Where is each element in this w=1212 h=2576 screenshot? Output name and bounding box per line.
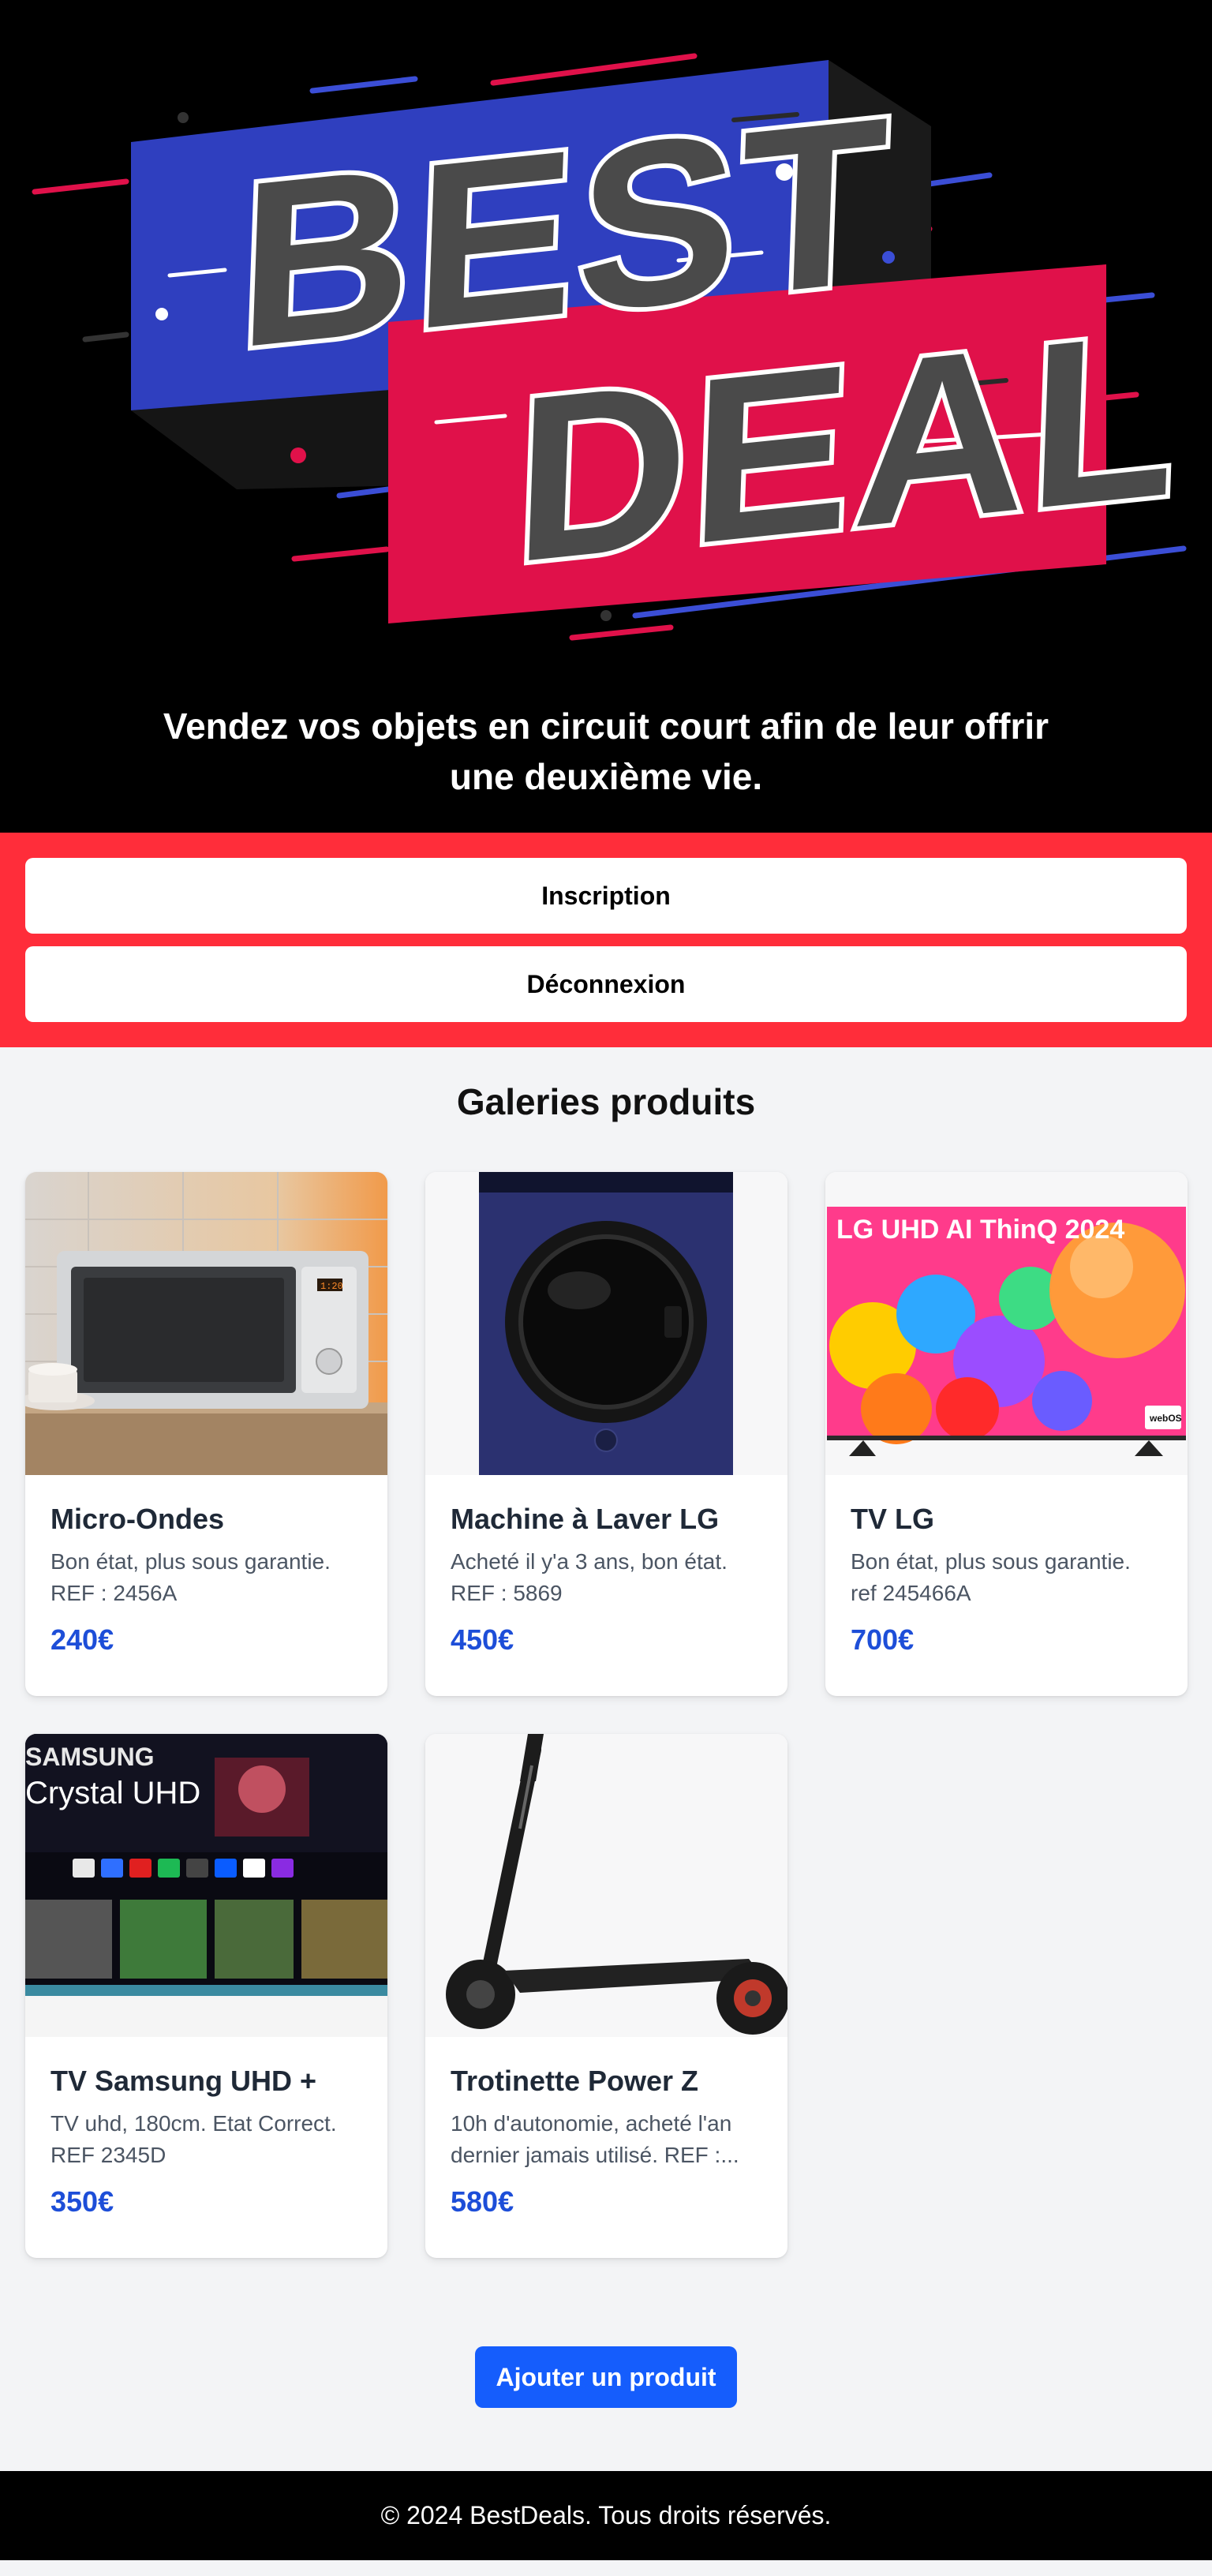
product-card[interactable]: SAMSUNG Crystal UHD TV Samsung UHD + TV … [25, 1734, 387, 2258]
product-price: 350€ [50, 2185, 114, 2218]
logout-button[interactable]: Déconnexion [25, 946, 1187, 1022]
hero-subtitle: Vendez vos objets en circuit court afin … [0, 701, 1212, 802]
product-title: Machine à Laver LG [451, 1503, 720, 1535]
product-image-lg-tv: LG UHD AI ThinQ 2024 webOS [825, 1172, 1188, 1475]
product-card[interactable]: Machine à Laver LG Acheté il y'a 3 ans, … [425, 1172, 787, 1696]
gallery-title: Galeries produits [456, 1081, 756, 1122]
add-product-wrap: Ajouter un produit [25, 2258, 1187, 2471]
product-gallery: Galeries produits 1:20 Micro-Ondes Bon é… [0, 1047, 1212, 2471]
footer-copyright: © 2024 BestDeals. Tous droits réservés. [380, 2501, 832, 2529]
auth-band: Inscription Déconnexion [0, 833, 1212, 1047]
svg-text:1:20: 1:20 [320, 1281, 343, 1292]
lg-tv-screen-text: LG UHD AI ThinQ 2024 [836, 1215, 1124, 1245]
product-description: 10h d'autonomie, acheté l'an dernier jam… [451, 2111, 739, 2167]
product-title: Trotinette Power Z [451, 2065, 699, 2097]
product-image-washing-machine [425, 1172, 787, 1475]
product-price: 700€ [851, 1623, 915, 1656]
hero: BEST DEAL Vendez vos objets en circuit c… [0, 0, 1212, 833]
product-image-scooter [425, 1734, 787, 2037]
product-title: Micro-Ondes [50, 1503, 225, 1535]
add-product-button[interactable]: Ajouter un produit [475, 2346, 737, 2408]
crystal-uhd-text: Crystal UHD [25, 1776, 200, 1810]
product-card[interactable]: LG UHD AI ThinQ 2024 webOS TV LG Bon éta… [825, 1172, 1188, 1696]
signup-button[interactable]: Inscription [25, 858, 1187, 934]
product-description: TV uhd, 180cm. Etat Correct. REF 2345D [50, 2111, 337, 2167]
footer: © 2024 BestDeals. Tous droits réservés. [0, 2471, 1212, 2560]
product-title: TV LG [851, 1503, 934, 1535]
hero-subtitle-line2: une deuxième vie. [449, 756, 763, 797]
product-price: 580€ [451, 2185, 514, 2218]
samsung-brand-text: SAMSUNG [25, 1743, 155, 1771]
product-description: Bon état, plus sous garantie. REF : 2456… [50, 1549, 331, 1605]
product-description: Bon état, plus sous garantie. ref 245466… [851, 1549, 1131, 1605]
webos-badge: webOS [1149, 1413, 1182, 1424]
product-price: 240€ [50, 1623, 114, 1656]
product-card[interactable]: Trotinette Power Z 10h d'autonomie, ache… [425, 1734, 787, 2258]
product-price: 450€ [451, 1623, 514, 1656]
product-title: TV Samsung UHD + [50, 2065, 317, 2097]
product-image-samsung-tv: SAMSUNG Crystal UHD [25, 1734, 387, 2037]
best-deal-banner: BEST DEAL [32, 53, 1188, 641]
product-description: Acheté il y'a 3 ans, bon état. REF : 586… [451, 1549, 728, 1605]
hero-subtitle-line1: Vendez vos objets en circuit court afin … [163, 706, 1049, 747]
product-grid: 1:20 Micro-Ondes Bon état, plus sous gar… [25, 1162, 1188, 2258]
product-image-microwave: 1:20 [25, 1172, 387, 1475]
product-card[interactable]: 1:20 Micro-Ondes Bon état, plus sous gar… [25, 1172, 387, 1696]
